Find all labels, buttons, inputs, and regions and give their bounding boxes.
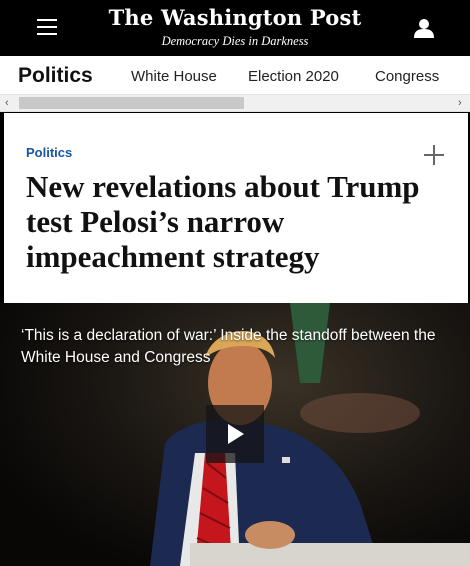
user-account-icon[interactable] [414, 18, 434, 38]
site-header: The Washington Post Democracy Dies in Da… [0, 0, 470, 56]
scroll-right-icon[interactable]: › [458, 95, 462, 111]
site-tagline: Democracy Dies in Darkness [161, 34, 309, 48]
horizontal-scrollbar[interactable]: ‹ › [0, 94, 470, 112]
hero-media[interactable]: ‘This is a declaration of war:’ Inside t… [0, 303, 470, 566]
scrollbar-thumb[interactable] [19, 97, 244, 109]
plus-icon[interactable] [422, 143, 446, 167]
nav-section-title[interactable]: Politics [18, 64, 93, 88]
play-icon[interactable] [206, 405, 264, 463]
article-kicker[interactable]: Politics [26, 145, 72, 160]
scroll-left-icon[interactable]: ‹ [5, 95, 9, 111]
article-headline[interactable]: New revelations about Trump test Pelosi’… [26, 169, 446, 274]
site-logo[interactable]: The Washington Post [0, 5, 470, 30]
section-nav: Politics White House Election 2020 Congr… [0, 56, 470, 97]
nav-item-election-2020[interactable]: Election 2020 [248, 68, 339, 85]
nav-item-white-house[interactable]: White House [131, 68, 217, 85]
nav-item-congress[interactable]: Congress [375, 68, 439, 85]
article-card: Politics New revelations about Trump tes… [4, 113, 468, 303]
video-caption[interactable]: ‘This is a declaration of war:’ Inside t… [21, 325, 461, 369]
